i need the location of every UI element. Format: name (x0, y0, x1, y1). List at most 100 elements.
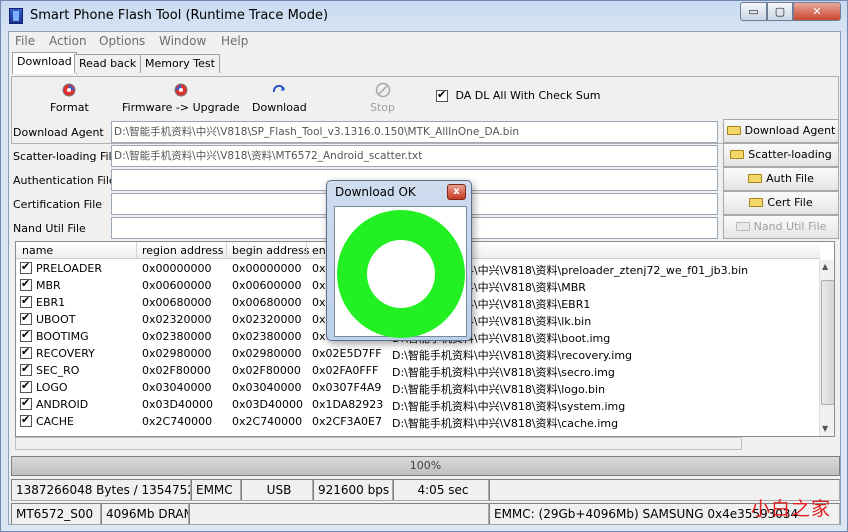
cell-name: RECOVERY (36, 347, 95, 360)
scatter-loading-button-label: Scatter-loading (748, 148, 832, 161)
column-name[interactable]: name (22, 244, 53, 257)
row-checkbox[interactable] (20, 294, 32, 308)
cell-region: 0x02320000 (142, 313, 212, 326)
window-title: Smart Phone Flash Tool (Runtime Trace Mo… (30, 8, 329, 23)
stop-icon (375, 82, 390, 98)
stop-button[interactable]: Stop (370, 82, 395, 114)
cell-begin: 0x02F80000 (232, 364, 301, 377)
table-row[interactable]: ANDROID 0x03D40000 0x03D40000 0x1DA82923 D:\… (16, 396, 820, 413)
dialog-close-button[interactable]: x (447, 184, 466, 200)
authentication-label: Authentication File (13, 174, 116, 187)
table-row[interactable]: RECOVERY 0x02980000 0x02980000 0x02E5D7FF D:… (16, 345, 820, 362)
stop-label: Stop (370, 101, 396, 114)
tab-memory-test[interactable]: Memory Test (140, 54, 220, 73)
menu-file[interactable]: File (15, 34, 35, 48)
scatter-loading-field[interactable]: D:\智能手机资料\中兴\V818\资料\MT6572_Android_scat… (111, 145, 718, 167)
firmware-upgrade-button[interactable]: Firmware -> Upgrade (122, 82, 240, 114)
nand-util-button[interactable]: Nand Util File (723, 215, 839, 239)
download-agent-button[interactable]: Download Agent (723, 119, 839, 143)
cell-region: 0x02980000 (142, 347, 212, 360)
tab-download[interactable]: Download (12, 52, 77, 74)
cell-location: D:\智能手机资料\中兴\V818\资料\logo.bin (392, 383, 606, 396)
row-checkbox[interactable] (20, 362, 32, 376)
download-label: Download (252, 101, 307, 114)
cert-file-button[interactable]: Cert File (723, 191, 839, 215)
status-chip: MT6572_S00 (11, 503, 101, 525)
status-time: 4:05 sec (393, 479, 489, 501)
table-row[interactable]: SEC_RO 0x02F80000 0x02F80000 0x02FA0FFF D:\智… (16, 362, 820, 379)
tab-read-back[interactable]: Read back (74, 54, 142, 73)
menu-window[interactable]: Window (159, 34, 206, 48)
vertical-scrollbar[interactable]: ▲ ▼ (819, 260, 834, 436)
scroll-up-icon[interactable]: ▲ (822, 262, 828, 271)
menu-bar: File Action Options Window Help (9, 32, 840, 52)
da-checksum-option[interactable]: DA DL All With Check Sum (436, 88, 601, 102)
table-row[interactable]: CACHE 0x2C740000 0x2C740000 0x2CF3A0E7 D:\智能… (16, 413, 820, 430)
success-ring-icon (337, 210, 465, 338)
column-region-address[interactable]: region address (142, 244, 224, 257)
format-button[interactable]: Format (50, 82, 89, 114)
cell-region: 0x00680000 (142, 296, 212, 309)
row-checkbox[interactable] (20, 345, 32, 359)
cell-region: 0x03D40000 (142, 398, 213, 411)
close-button[interactable]: ✕ (793, 2, 841, 21)
cell-begin: 0x00600000 (232, 279, 302, 292)
column-begin-address[interactable]: begin address (232, 244, 309, 257)
cert-file-button-label: Cert File (767, 196, 813, 209)
menu-help[interactable]: Help (221, 34, 248, 48)
certification-label: Certification File (13, 198, 103, 211)
status-port: USB (241, 479, 313, 501)
row-checkbox[interactable] (20, 396, 32, 410)
cell-name: PRELOADER (36, 262, 103, 275)
auth-file-button-label: Auth File (766, 172, 814, 185)
folder-icon (749, 198, 764, 207)
row-checkbox[interactable] (20, 379, 32, 393)
firmware-upgrade-icon (174, 83, 188, 97)
folder-icon (726, 126, 741, 135)
cell-region: 0x03040000 (142, 381, 212, 394)
cell-end: 0x2CF3A0E7 (312, 415, 382, 428)
da-checksum-checkbox[interactable] (436, 88, 448, 102)
cell-end: 0x1DA82923 (312, 398, 384, 411)
row-checkbox[interactable] (20, 311, 32, 325)
horizontal-scrollbar[interactable] (15, 437, 742, 450)
watermark: 小白之家 (751, 498, 832, 520)
cell-begin: 0x02980000 (232, 347, 302, 360)
cell-name: ANDROID (36, 398, 89, 411)
menu-options[interactable]: Options (99, 34, 145, 48)
status-baud: 921600 bps (313, 479, 393, 501)
main-window: Smart Phone Flash Tool (Runtime Trace Mo… (0, 0, 848, 532)
status-bytes: 1387266048 Bytes / 1354752.0 (11, 479, 191, 501)
cell-region: 0x00600000 (142, 279, 212, 292)
folder-icon (748, 174, 763, 183)
minimize-button[interactable]: ▭ (740, 2, 767, 21)
cell-begin: 0x03D40000 (232, 398, 303, 411)
download-button[interactable]: Download (252, 82, 307, 114)
cell-begin: 0x03040000 (232, 381, 302, 394)
cell-end: 0x02FA0FFF (312, 364, 379, 377)
maximize-button[interactable]: ▢ (767, 2, 793, 21)
cell-name: LOGO (36, 381, 68, 394)
row-checkbox[interactable] (20, 260, 32, 274)
row-checkbox[interactable] (20, 413, 32, 427)
cell-begin: 0x00000000 (232, 262, 302, 275)
progress-bar: 100% (11, 456, 840, 476)
cell-end: 0x0307F4A9 (312, 381, 382, 394)
progress-label: 100% (409, 459, 442, 472)
table-row[interactable]: LOGO 0x03040000 0x03040000 0x0307F4A9 D:\智能手… (16, 379, 820, 396)
title-bar[interactable]: Smart Phone Flash Tool (Runtime Trace Mo… (1, 1, 847, 31)
scatter-loading-label: Scatter-loading File (13, 150, 119, 163)
row-checkbox[interactable] (20, 277, 32, 291)
cell-begin: 0x00680000 (232, 296, 302, 309)
row-checkbox[interactable] (20, 328, 32, 342)
auth-file-button[interactable]: Auth File (723, 167, 839, 191)
download-agent-field[interactable]: D:\智能手机资料\中兴\V818\SP_Flash_Tool_v3.1316.… (111, 121, 718, 143)
scatter-loading-button[interactable]: Scatter-loading (723, 143, 839, 167)
cell-location: D:\智能手机资料\中兴\V818\资料\system.img (392, 400, 626, 413)
menu-action[interactable]: Action (49, 34, 87, 48)
cell-name: SEC_RO (36, 364, 80, 377)
download-agent-row: Download Agent D:\智能手机资料\中兴\V818\SP_Flas… (11, 119, 839, 143)
status-storage: EMMC (191, 479, 241, 501)
scroll-thumb[interactable] (821, 280, 834, 405)
scroll-down-icon[interactable]: ▼ (822, 424, 828, 433)
